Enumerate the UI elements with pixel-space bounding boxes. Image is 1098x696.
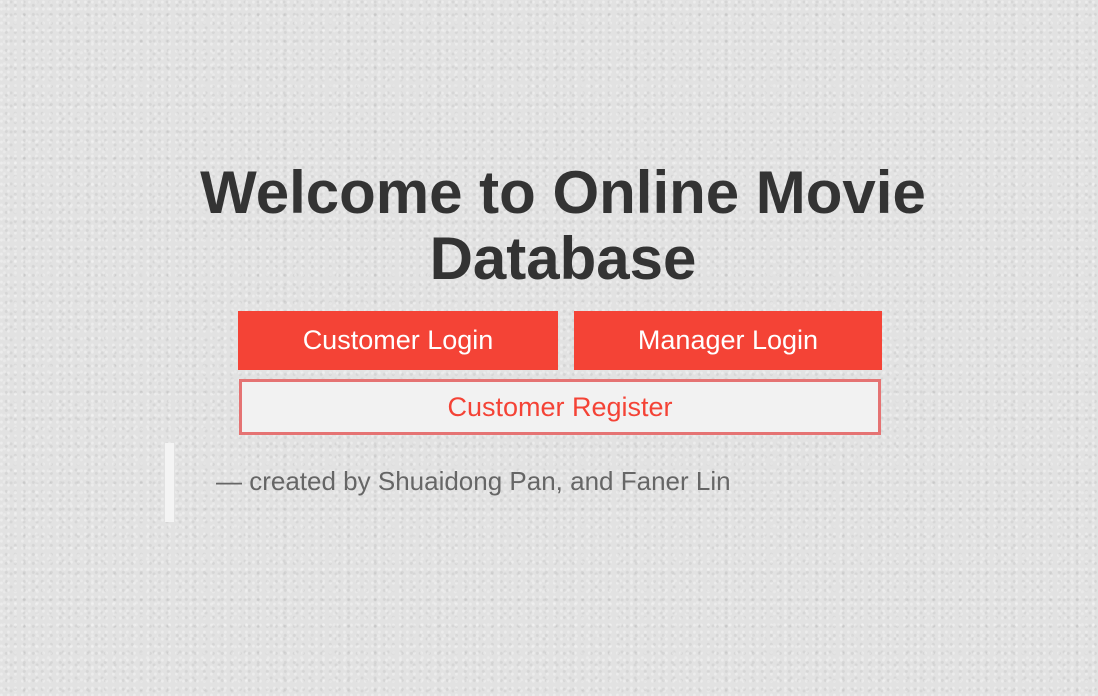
customer-register-button[interactable]: Customer Register (239, 379, 881, 435)
credit-text: — created by Shuaidong Pan, and Faner Li… (216, 466, 731, 496)
page-title: Welcome to Online Movie Database (200, 159, 926, 292)
customer-login-button[interactable]: Customer Login (238, 311, 558, 370)
blockquote-bar (165, 443, 174, 522)
manager-login-button[interactable]: Manager Login (574, 311, 882, 370)
